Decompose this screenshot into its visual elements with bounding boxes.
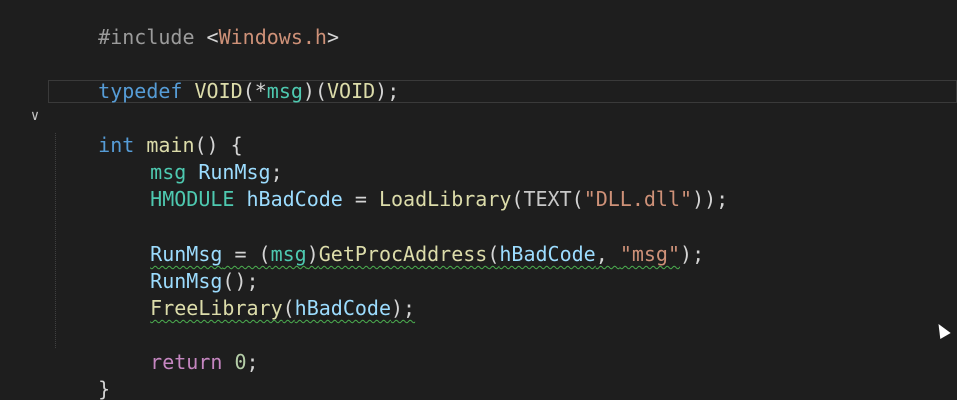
code-line-typedef[interactable]: typedef VOID(*msg)(VOID); bbox=[50, 51, 399, 103]
function-getprocaddress: GetProcAddress bbox=[318, 242, 488, 266]
warning-squiggle[interactable]: FreeLibrary(hBadCode); bbox=[150, 296, 415, 320]
arg-hbadcode: hBadCode bbox=[294, 296, 391, 320]
closing-brace: } bbox=[98, 377, 111, 400]
function-loadlibrary: LoadLibrary bbox=[378, 187, 512, 211]
string-msg: "msg" bbox=[619, 242, 681, 266]
punctuation: (* bbox=[242, 79, 267, 103]
code-editor[interactable]: ∨ #include <Windows.h> typedef VOID(*msg… bbox=[0, 0, 957, 400]
keyword-return: return bbox=[150, 350, 223, 374]
code-line-call-runmsg[interactable]: RunMsg(); bbox=[102, 241, 258, 293]
code-line-return[interactable]: return 0; bbox=[102, 322, 258, 374]
var-hbadcode: hBadCode bbox=[246, 187, 343, 211]
code-line-freelibrary[interactable]: FreeLibrary(hBadCode); bbox=[102, 268, 415, 320]
number-zero: 0 bbox=[234, 350, 247, 374]
chevron-down-icon[interactable]: ∨ bbox=[28, 106, 42, 126]
code-line-getprocaddress[interactable]: RunMsg = (msg)GetProcAddress(hBadCode, "… bbox=[102, 214, 704, 266]
punctuation: ( bbox=[282, 296, 295, 320]
type-hmodule: HMODULE bbox=[150, 187, 235, 211]
punctuation: ); bbox=[680, 242, 705, 266]
code-line-loadlibrary[interactable]: HMODULE hBadCode = LoadLibrary(TEXT("DLL… bbox=[102, 159, 728, 211]
keyword-typedef: typedef bbox=[98, 79, 183, 103]
string-dll: "DLL.dll" bbox=[583, 187, 693, 211]
punctuation: ) bbox=[306, 242, 319, 266]
code-line-close-brace[interactable]: } bbox=[50, 349, 110, 400]
function-freelibrary: FreeLibrary bbox=[150, 296, 283, 320]
type-void: VOID bbox=[194, 79, 243, 103]
typedef-name: msg bbox=[266, 79, 303, 103]
header-name: Windows.h bbox=[218, 25, 327, 49]
type-msg: msg bbox=[270, 242, 307, 266]
punctuation: ( bbox=[511, 187, 524, 211]
editor-gutter bbox=[0, 0, 46, 400]
angle-open: < bbox=[194, 25, 219, 49]
mouse-pointer-icon bbox=[933, 320, 951, 340]
punctuation: ( bbox=[571, 187, 584, 211]
type-void-arg: VOID bbox=[327, 79, 376, 103]
punctuation: )); bbox=[692, 187, 729, 211]
code-line-decl-runmsg[interactable]: msg RunMsg; bbox=[102, 132, 282, 184]
code-line-main[interactable]: int main() { bbox=[50, 105, 243, 157]
punctuation: ; bbox=[246, 350, 259, 374]
macro-text: TEXT bbox=[523, 187, 572, 211]
punctuation: )( bbox=[302, 79, 327, 103]
punctuation: = bbox=[342, 187, 379, 211]
include-directive: #include bbox=[98, 25, 195, 49]
arg-hbadcode: hBadCode bbox=[499, 242, 596, 266]
code-line-include[interactable]: #include <Windows.h> bbox=[50, 0, 339, 49]
punctuation: ); bbox=[391, 296, 416, 320]
punctuation: ); bbox=[375, 79, 400, 103]
punctuation: , bbox=[595, 242, 620, 266]
punctuation: ( bbox=[487, 242, 500, 266]
angle-close: > bbox=[326, 25, 340, 49]
